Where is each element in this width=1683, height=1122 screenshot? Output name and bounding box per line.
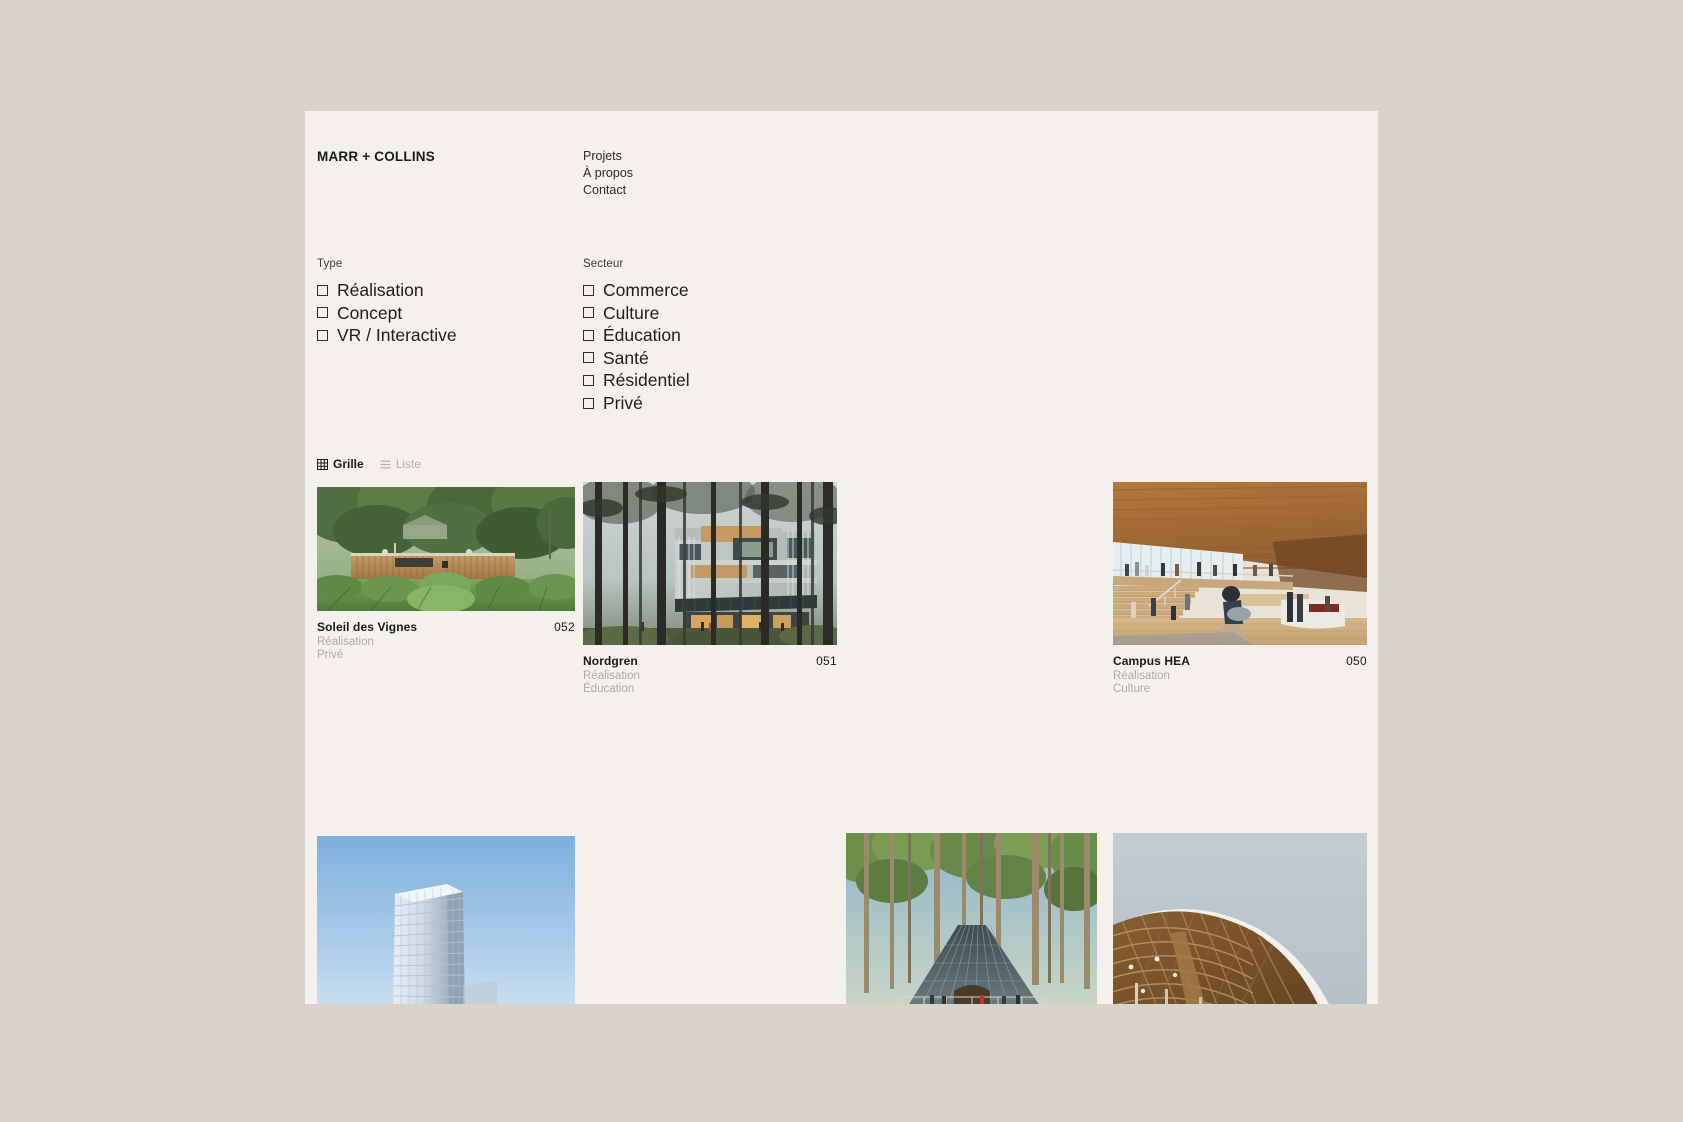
project-thumbnail[interactable] xyxy=(1113,833,1367,1004)
project-card-meta: Campus HEA 050 xyxy=(1113,654,1367,668)
vineyard-timber-pavilion-image xyxy=(317,487,575,611)
timber-atrium-interior-image xyxy=(1113,482,1367,645)
filter-option-label: Résidentiel xyxy=(603,370,690,391)
project-card[interactable] xyxy=(317,836,575,1004)
project-card[interactable]: Campus HEA 050 Réalisation Culture xyxy=(1113,482,1367,696)
project-card[interactable] xyxy=(846,833,1097,1004)
filter-group-secteur: Secteur Commerce Culture Éducation Santé… xyxy=(583,258,690,416)
project-tag: Privé xyxy=(317,649,344,661)
checkbox-icon[interactable] xyxy=(317,307,328,319)
project-card-meta: Soleil des Vignes 052 xyxy=(317,620,575,634)
project-number: 050 xyxy=(1346,654,1367,668)
project-tags: Réalisation Privé xyxy=(317,636,575,662)
checkbox-icon[interactable] xyxy=(317,329,328,341)
project-title: Campus HEA xyxy=(1113,654,1191,668)
project-grid-row xyxy=(317,822,1367,1004)
forest-school-building-image xyxy=(583,482,837,645)
checkbox-icon[interactable] xyxy=(583,352,594,364)
project-grid-row: Soleil des Vignes 052 Réalisation Privé xyxy=(317,482,1367,822)
filter-option-prive[interactable]: Privé xyxy=(583,394,690,413)
list-icon xyxy=(380,459,391,470)
checkbox-icon[interactable] xyxy=(583,397,594,409)
view-mode-grid-label: Grille xyxy=(333,457,364,471)
view-mode-list-label: Liste xyxy=(395,457,422,471)
view-mode-list[interactable]: Liste xyxy=(380,457,421,471)
project-tag: Réalisation xyxy=(1113,670,1170,682)
browser-viewport: MARR + COLLINS Projets À propos Contact … xyxy=(305,111,1378,1004)
filter-group-type: Type Réalisation Concept VR / Interactiv… xyxy=(317,258,457,349)
project-thumbnail[interactable] xyxy=(317,836,575,1004)
filter-option-label: Santé xyxy=(603,347,649,368)
filter-option-label: Privé xyxy=(603,392,643,413)
filter-option-label: Réalisation xyxy=(337,280,424,300)
checkbox-icon[interactable] xyxy=(583,329,594,341)
filter-heading-secteur: Secteur xyxy=(583,258,624,270)
filter-option-label: Concept xyxy=(337,302,403,323)
project-card[interactable]: Nordgren 051 Réalisation Éducation xyxy=(583,482,837,696)
project-tag: Réalisation xyxy=(583,670,640,682)
project-tag: Réalisation xyxy=(317,636,374,648)
project-number: 052 xyxy=(554,620,575,634)
filter-option-realisation[interactable]: Réalisation xyxy=(317,281,457,300)
filter-option-sante[interactable]: Santé xyxy=(583,349,690,368)
checkbox-icon[interactable] xyxy=(317,284,328,296)
checkbox-icon[interactable] xyxy=(583,284,594,296)
filter-option-commerce[interactable]: Commerce xyxy=(583,281,690,300)
site-logo[interactable]: MARR + COLLINS xyxy=(317,149,435,164)
project-tag: Culture xyxy=(1113,683,1151,695)
project-thumbnail[interactable] xyxy=(317,487,575,611)
project-tag: Éducation xyxy=(583,683,635,695)
project-tags: Réalisation Culture xyxy=(1113,670,1367,696)
filter-option-concept[interactable]: Concept xyxy=(317,302,457,323)
filter-option-culture[interactable]: Culture xyxy=(583,302,690,323)
project-title: Soleil des Vignes xyxy=(317,620,418,634)
checkbox-icon[interactable] xyxy=(583,374,594,386)
filter-option-label: Culture xyxy=(603,302,660,323)
filter-option-label: Commerce xyxy=(603,280,689,300)
page-surface: MARR + COLLINS Projets À propos Contact … xyxy=(305,130,1378,1004)
white-tower-blue-sky-image xyxy=(317,836,575,1004)
view-mode-grid[interactable]: Grille xyxy=(317,457,364,471)
project-thumbnail[interactable] xyxy=(583,482,837,645)
primary-navigation: Projets À propos Contact xyxy=(583,148,633,200)
filter-option-label: VR / Interactive xyxy=(337,325,457,346)
filter-option-education[interactable]: Éducation xyxy=(583,326,690,345)
project-card[interactable] xyxy=(1113,833,1367,1004)
project-thumbnail[interactable] xyxy=(846,833,1097,1004)
view-mode-toggle: Grille Liste xyxy=(317,457,421,471)
checkbox-icon[interactable] xyxy=(583,307,594,319)
project-title: Nordgren xyxy=(583,654,638,668)
project-card-meta: Nordgren 051 xyxy=(583,654,837,668)
nav-link-projets[interactable]: Projets xyxy=(583,148,633,165)
project-grid: Soleil des Vignes 052 Réalisation Privé xyxy=(317,482,1367,1004)
project-tags: Réalisation Éducation xyxy=(583,670,837,696)
grid-icon xyxy=(317,458,328,470)
nav-link-contact[interactable]: Contact xyxy=(583,182,633,199)
nav-link-a-propos[interactable]: À propos xyxy=(583,165,633,182)
forest-amphitheatre-image xyxy=(846,833,1097,1004)
project-card[interactable]: Soleil des Vignes 052 Réalisation Privé xyxy=(317,487,575,662)
timber-lattice-canopy-image xyxy=(1113,833,1367,1004)
filter-option-residentiel[interactable]: Résidentiel xyxy=(583,371,690,390)
filter-option-label: Éducation xyxy=(603,325,681,346)
project-number: 051 xyxy=(816,654,837,668)
filter-option-vr-interactive[interactable]: VR / Interactive xyxy=(317,326,457,345)
project-thumbnail[interactable] xyxy=(1113,482,1367,645)
filter-heading-type: Type xyxy=(317,258,343,270)
